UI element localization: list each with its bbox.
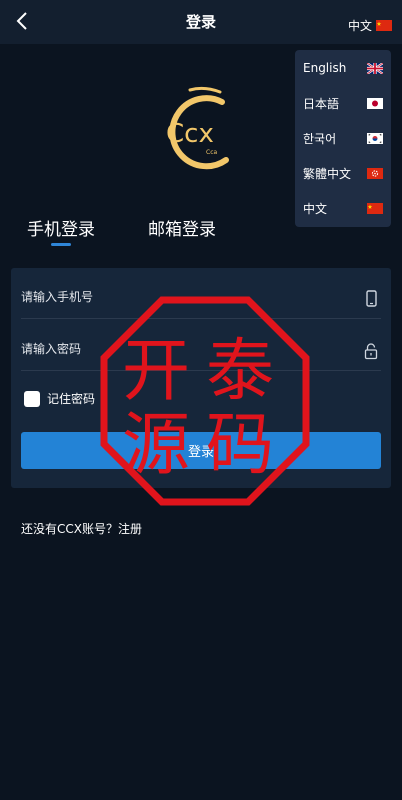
password-field	[21, 320, 381, 371]
top-bar: 登录 中文	[0, 0, 402, 44]
login-tabs: 手机登录 邮箱登录	[0, 210, 402, 250]
language-selector[interactable]: 中文	[348, 17, 392, 34]
phone-field	[21, 268, 381, 319]
korea-flag-icon	[367, 132, 383, 144]
language-option-label: 繁體中文	[303, 166, 352, 181]
phone-input[interactable]	[21, 282, 341, 312]
hongkong-flag-icon	[367, 167, 383, 179]
register-link[interactable]: 还没有CCX账号？注册	[21, 520, 142, 537]
japan-flag-icon	[367, 97, 383, 109]
current-language-label: 中文	[347, 19, 372, 33]
language-option-english[interactable]: English	[295, 50, 391, 86]
password-input[interactable]	[21, 334, 341, 364]
china-flag-icon	[376, 20, 392, 31]
language-option-traditional-chinese[interactable]: 繁體中文	[295, 155, 391, 191]
tab-phone-login[interactable]: 手机登录	[27, 215, 95, 240]
lock-icon	[364, 343, 378, 360]
language-menu: English 日本語 한국어 繁體中文 中文	[295, 50, 391, 227]
language-option-label: English	[303, 61, 347, 75]
mobile-phone-icon	[366, 290, 377, 307]
login-button[interactable]: 登录	[21, 432, 381, 469]
language-option-korean[interactable]: 한국어	[295, 120, 391, 156]
tab-email-login[interactable]: 邮箱登录	[148, 215, 216, 240]
login-form: 记住密码 登录	[11, 268, 391, 488]
remember-checkbox[interactable]	[24, 390, 40, 407]
uk-flag-icon	[367, 62, 383, 74]
language-option-label: 日本語	[303, 96, 340, 111]
logo-text: Ccx	[166, 119, 214, 149]
page-title: 登录	[185, 13, 216, 31]
active-tab-indicator	[51, 243, 71, 246]
remember-password[interactable]: 记住密码	[24, 390, 95, 407]
logo-subtext: Cca	[206, 149, 217, 156]
remember-label: 记住密码	[47, 392, 96, 406]
ccx-logo: Ccx Cca	[166, 86, 229, 170]
language-option-label: 한국어	[303, 131, 337, 146]
language-option-japanese[interactable]: 日本語	[295, 85, 391, 121]
